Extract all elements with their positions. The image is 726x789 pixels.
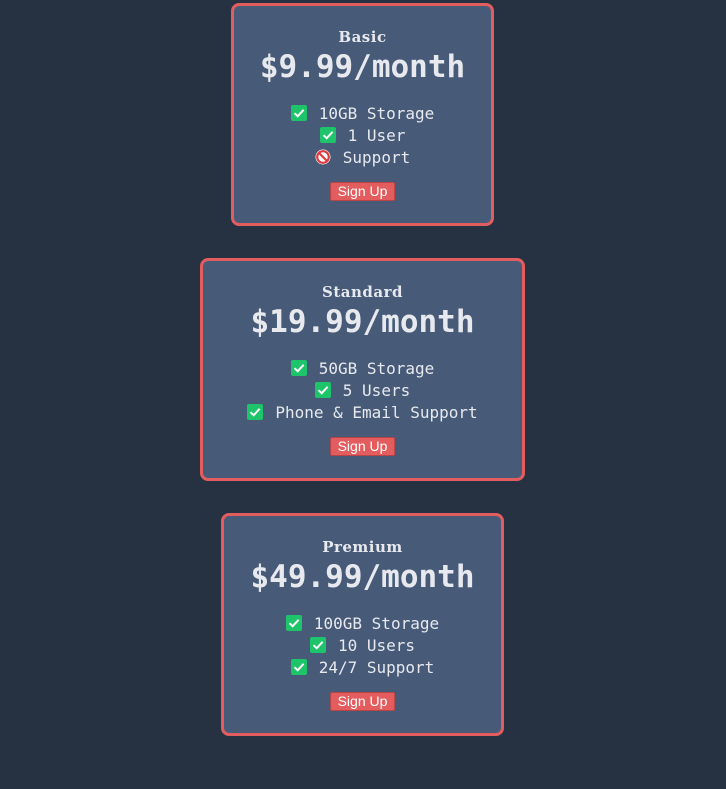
plan-price: $9.99/month [259, 49, 466, 85]
check-icon [290, 659, 307, 675]
sign-up-button[interactable]: Sign Up [329, 182, 396, 201]
plan-card-basic: Basic $9.99/month 10GB Storage 1 User Su… [231, 3, 494, 226]
feature-label: 24/7 Support [318, 658, 435, 677]
feature-item: 5 Users [203, 380, 522, 402]
feature-label: 100GB Storage [313, 614, 440, 633]
plan-name: Standard [322, 283, 403, 301]
feature-item: 1 User [234, 125, 491, 147]
check-icon [247, 404, 264, 420]
pricing-plans: Basic $9.99/month 10GB Storage 1 User Su… [0, 0, 726, 789]
plan-name: Premium [322, 538, 403, 556]
feature-label: Phone & Email Support [275, 403, 478, 422]
feature-label: 5 Users [342, 381, 411, 400]
feature-item: Support [234, 147, 491, 169]
feature-item: 10GB Storage [234, 103, 491, 125]
feature-item: Phone & Email Support [203, 402, 522, 424]
check-icon [314, 382, 331, 398]
plan-price: $49.99/month [250, 559, 475, 595]
feature-label: 10GB Storage [318, 104, 435, 123]
check-icon [309, 637, 326, 653]
check-icon [319, 127, 336, 143]
prohibited-icon [315, 149, 331, 165]
feature-label: Support [342, 148, 411, 167]
feature-list: 10GB Storage 1 User Support [234, 103, 491, 169]
feature-list: 100GB Storage 10 Users 24/7 Support [224, 613, 501, 679]
plan-card-standard: Standard $19.99/month 50GB Storage 5 Use… [200, 258, 525, 481]
plan-name: Basic [338, 28, 387, 46]
sign-up-button[interactable]: Sign Up [329, 692, 396, 711]
feature-item: 50GB Storage [203, 358, 522, 380]
feature-label: 10 Users [337, 636, 416, 655]
feature-list: 50GB Storage 5 Users Phone & Email Suppo… [203, 358, 522, 424]
feature-label: 50GB Storage [318, 359, 435, 378]
sign-up-button[interactable]: Sign Up [329, 437, 396, 456]
check-icon [290, 360, 307, 376]
check-icon [290, 105, 307, 121]
feature-item: 10 Users [224, 635, 501, 657]
check-icon [285, 615, 302, 631]
feature-item: 100GB Storage [224, 613, 501, 635]
feature-label: 1 User [347, 126, 406, 145]
plan-price: $19.99/month [250, 304, 475, 340]
plan-card-premium: Premium $49.99/month 100GB Storage 10 Us… [221, 513, 504, 736]
feature-item: 24/7 Support [224, 657, 501, 679]
